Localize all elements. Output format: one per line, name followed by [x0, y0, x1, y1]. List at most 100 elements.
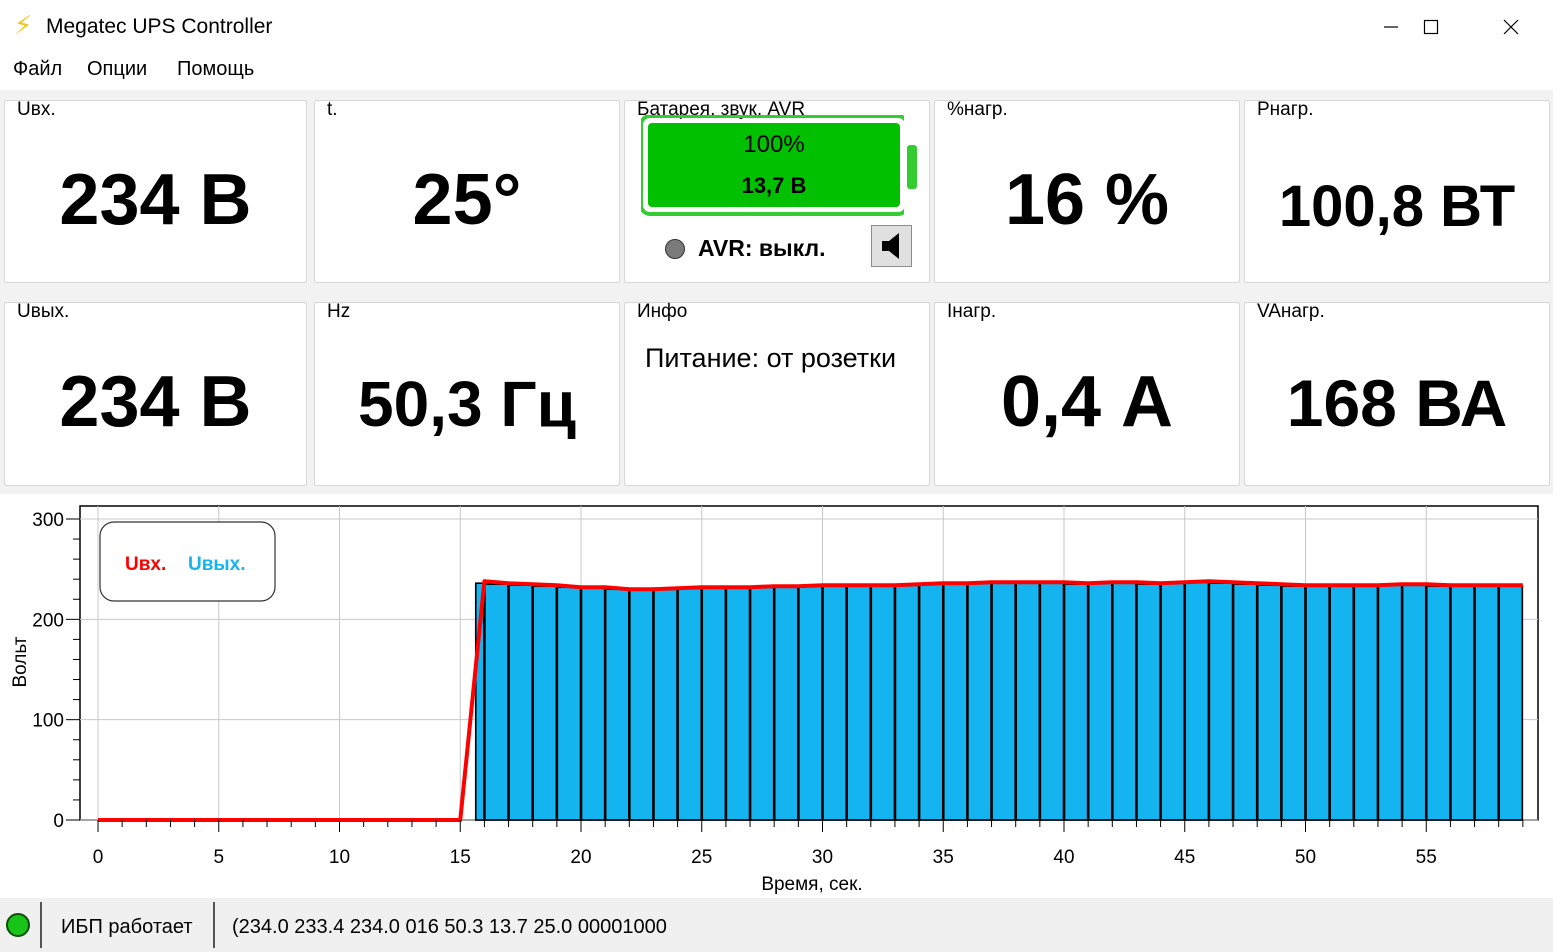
uout-bar	[532, 585, 558, 821]
x-tick-label: 45	[1174, 847, 1195, 868]
battery-terminal-icon	[907, 145, 917, 189]
legend-uin: Uвх.	[125, 554, 166, 575]
uout-bar	[942, 583, 968, 821]
panel-battery: Батарея, звук, AVR 100% 13,7 В AVR: выкл…	[624, 99, 930, 283]
uout-bar	[1450, 585, 1475, 821]
x-tick-label: 15	[450, 847, 471, 868]
x-axis-label: Время, сек.	[761, 874, 862, 895]
panel-label: Инфо	[637, 301, 688, 322]
raw-response: (234.0 233.4 234.0 016 50.3 13.7 25.0 00…	[232, 916, 667, 938]
uout-bar	[653, 587, 678, 821]
y-tick-label: 300	[32, 510, 64, 531]
uout-bar	[1353, 585, 1379, 821]
uout-bar	[1305, 585, 1330, 821]
maximize-icon	[1423, 19, 1439, 35]
x-tick-label: 35	[933, 847, 954, 868]
x-tick-label: 10	[329, 847, 350, 868]
menu-file[interactable]: Файл	[13, 58, 62, 81]
x-tick-label: 20	[570, 847, 591, 868]
uout-bar	[846, 585, 872, 821]
x-tick-label: 55	[1416, 847, 1437, 868]
y-tick-label: 100	[32, 711, 64, 732]
load-current-value: 0,4 А	[1000, 362, 1174, 442]
uout-bar	[1498, 585, 1524, 821]
legend-uout: Uвых.	[188, 554, 245, 575]
panel-output-voltage: Uвых. 234 В	[4, 301, 307, 486]
status-led	[6, 913, 30, 937]
voltage-chart: 0 100 200 300 0 5 10 15 20 25 30 35 40 45 50 55 Время, с…	[0, 494, 1553, 898]
uout-bar	[1474, 585, 1500, 821]
ups-state: ИБП работает	[61, 916, 193, 938]
sound-toggle-button[interactable]	[871, 225, 912, 267]
panel-label: %нагр.	[947, 99, 1008, 120]
uout-bar	[1281, 585, 1306, 821]
y-axis-label: Вольт	[10, 636, 31, 687]
uout-bar	[580, 587, 606, 821]
uout-bar	[967, 582, 992, 821]
uout-bar	[508, 584, 533, 821]
avr-status: AVR: выкл.	[698, 235, 826, 261]
panel-load-va: VAнагр. 168 ВА	[1244, 301, 1550, 486]
uout-bar	[1425, 585, 1451, 821]
panel-label: Hz	[327, 301, 351, 322]
speaker-icon	[881, 233, 899, 259]
info-power-source: Питание: от розетки	[645, 343, 897, 373]
title-bar: ⚡ Megatec UPS Controller	[0, 0, 1553, 54]
uout-bar	[749, 586, 775, 821]
uout-bar	[604, 588, 630, 821]
y-tick-label: 200	[32, 610, 64, 631]
uout-bar	[1039, 582, 1065, 821]
uout-bar	[1377, 584, 1403, 821]
battery-percent: 100%	[743, 131, 804, 158]
panel-load-percent: %нагр. 16 %	[934, 99, 1240, 283]
uout-bar	[677, 587, 703, 821]
load-va-value: 168 ВА	[1286, 366, 1508, 440]
uout-bar	[725, 587, 751, 821]
temperature-value: 25°	[412, 160, 522, 240]
panel-frequency: Hz 50,3 Гц	[314, 301, 620, 486]
uout-bar	[1184, 581, 1210, 821]
load-percent-value: 16 %	[1004, 160, 1170, 240]
lightning-icon: ⚡	[14, 10, 33, 40]
x-tick-label: 25	[691, 847, 712, 868]
panel-load-power: Pнагр. 100,8 ВТ	[1244, 99, 1550, 283]
uout-bar	[628, 588, 654, 821]
menu-bar: Файл Опции Помощь	[0, 54, 1553, 86]
close-button[interactable]	[1471, 0, 1551, 54]
uout-bar	[918, 583, 944, 821]
x-tick-label: 0	[93, 847, 104, 868]
uout-bar	[701, 587, 727, 821]
panel-label: t.	[327, 99, 338, 120]
load-power-value: 100,8 ВТ	[1278, 174, 1516, 239]
uout-bar	[773, 586, 799, 821]
input-voltage-value: 234 В	[59, 160, 252, 240]
menu-options[interactable]: Опции	[87, 58, 147, 81]
x-tick-label: 5	[213, 847, 224, 868]
frequency-value: 50,3 Гц	[358, 368, 576, 440]
panel-label: Pнагр.	[1257, 99, 1314, 120]
panel-temperature: t. 25°	[314, 99, 620, 283]
metrics-panel-area: Uвх. 234 В t. 25° Батарея, звук, AVR 100…	[0, 90, 1553, 494]
uout-bar	[894, 584, 920, 821]
uout-bar	[1112, 582, 1137, 821]
uout-bar	[1160, 582, 1186, 821]
panel-info: Инфо Питание: от розетки	[624, 301, 930, 486]
uout-bar	[798, 585, 823, 821]
voltage-chart-svg: 0 100 200 300 0 5 10 15 20 25 30 35 40 45 50 55 Время, с…	[10, 505, 1539, 895]
uout-bar	[991, 582, 1016, 821]
panel-load-current: Iнагр. 0,4 А	[934, 301, 1240, 486]
x-tick-label: 30	[812, 847, 833, 868]
uout-bar	[484, 583, 509, 821]
status-separator	[40, 902, 42, 948]
uout-bar	[1256, 584, 1282, 821]
maximize-button[interactable]	[1391, 0, 1471, 54]
uout-bar	[1232, 583, 1258, 821]
uout-bar	[870, 585, 896, 821]
uout-bar	[1087, 582, 1113, 821]
status-bar: ИБП работает (234.0 233.4 234.0 016 50.3…	[0, 898, 1553, 952]
battery-icon: 100% 13,7 В	[641, 115, 904, 216]
uout-bar	[1136, 583, 1161, 821]
menu-help[interactable]: Помощь	[177, 58, 254, 81]
output-voltage-value: 234 В	[59, 362, 252, 442]
panel-label: Uвых.	[17, 301, 70, 322]
